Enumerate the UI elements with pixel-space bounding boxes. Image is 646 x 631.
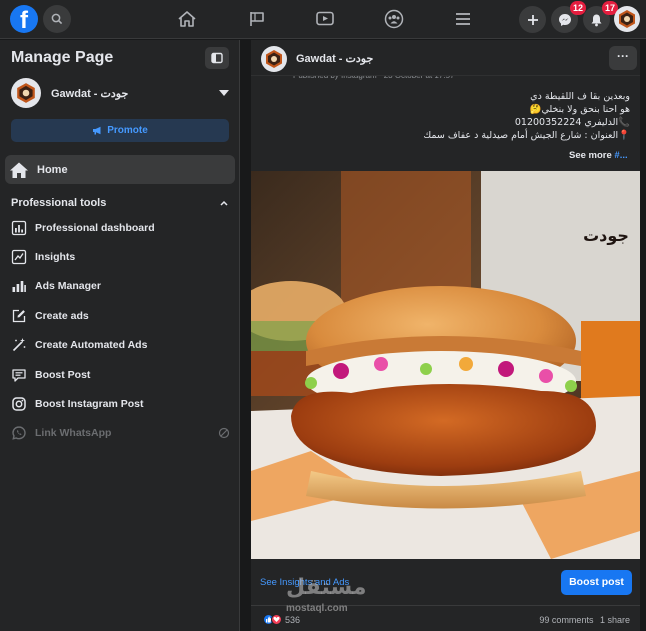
create-button[interactable] (519, 6, 546, 33)
see-more-link[interactable]: See more #... (569, 150, 628, 161)
sidebar-item-boost-instagram-post[interactable]: Boost Instagram Post (8, 389, 234, 418)
caption-line: وبعدين بقا ف اللقيطة دي (530, 91, 630, 102)
notifications-button[interactable]: 17 (583, 1, 618, 33)
post-page-name[interactable]: Gawdat - جودت (296, 52, 373, 65)
page-switcher[interactable]: Gawdat - جودت (11, 77, 229, 109)
gawdat-logo-icon (619, 10, 635, 28)
boost-post-icon (9, 365, 29, 385)
promote-button[interactable]: Promote (11, 119, 229, 142)
edit-icon (9, 306, 29, 326)
home-filled-icon (10, 162, 28, 178)
reactions-summary[interactable]: 536 (263, 614, 300, 625)
page-avatar (11, 78, 41, 108)
home-nav-tab[interactable] (174, 6, 200, 32)
sidebar-item-label: Link WhatsApp (35, 427, 112, 440)
sidebar-item-ads-manager[interactable]: Ads Manager (8, 272, 234, 301)
disabled-icon (218, 428, 230, 439)
sidebar-item-label: Boost Instagram Post (35, 398, 144, 411)
section-title: Professional tools (11, 197, 107, 209)
gawdat-logo-icon (266, 50, 282, 68)
photo-logo-text: جودت (583, 226, 629, 245)
insights-and-ads-link[interactable]: See Insights and Ads (260, 577, 349, 588)
more-dots-icon: ··· (617, 49, 629, 63)
post-photo[interactable]: جودت (251, 171, 640, 559)
hashtag-link[interactable]: #... (614, 150, 627, 161)
messenger-button[interactable]: 12 (551, 1, 586, 33)
sidebar-item-professional-dashboard[interactable]: Professional dashboard (8, 213, 234, 242)
gawdat-logo-icon (17, 83, 35, 103)
whatsapp-icon (9, 423, 29, 443)
insights-icon (9, 247, 29, 267)
boost-post-button[interactable]: Boost post (561, 570, 632, 595)
sidebar-item-insights[interactable]: Insights (8, 242, 234, 271)
promote-label: Promote (107, 125, 148, 136)
megaphone-icon (93, 126, 101, 135)
manage-page-sidebar: Manage Page Gawdat - جودت Promote Home P… (0, 40, 240, 631)
comments-shares: 99 comments 1 share (539, 615, 630, 625)
search-icon (51, 13, 63, 25)
video-icon (316, 11, 334, 26)
sidebar-item-boost-post[interactable]: Boost Post (8, 360, 234, 389)
page-name: Gawdat - جودت (51, 87, 129, 100)
sidebar-item-home[interactable]: Home (5, 155, 235, 184)
facebook-logo[interactable]: f (10, 5, 38, 33)
sidebar-item-create-ads[interactable]: Create ads (8, 301, 234, 330)
post-header: Gawdat - جودت ··· (251, 40, 640, 76)
reactions-count: 536 (285, 614, 301, 625)
post-card: Gawdat - جودت ··· Published by Instagram… (251, 40, 640, 631)
account-avatar[interactable] (614, 6, 640, 32)
sidebar-item-label: Professional dashboard (35, 221, 155, 234)
see-more-label: See more (569, 150, 612, 161)
sidebar-item-label: Ads Manager (35, 280, 101, 293)
menu-nav-tab[interactable] (450, 6, 476, 32)
search-button[interactable] (43, 5, 71, 33)
messenger-icon (558, 13, 571, 26)
groups-icon (384, 9, 404, 29)
sidebar-item-label: Create ads (35, 309, 89, 322)
flag-icon (250, 12, 264, 26)
ads-manager-icon (9, 276, 29, 296)
sidebar-item-label: Boost Post (35, 368, 91, 381)
caption-line: هو احنا بنحق ولا بنخلي🤔 (529, 104, 630, 115)
sidebar-item-label: Insights (35, 251, 76, 264)
caption-line: 📍العنوان : شارع الجيش أمام صيدلية د عفاف… (423, 130, 630, 141)
comments-count[interactable]: 99 comments (539, 615, 593, 625)
sidebar-title: Manage Page (11, 49, 114, 66)
hamburger-menu-icon (456, 13, 470, 25)
instagram-icon (9, 394, 29, 414)
magic-wand-icon (9, 335, 29, 355)
shares-count[interactable]: 1 share (600, 615, 630, 625)
sidebar-toggle-icon (211, 52, 223, 64)
chevron-up-icon (220, 200, 228, 206)
sidebar-item-create-automated-ads[interactable]: Create Automated Ads (8, 331, 234, 360)
collapse-sidebar-button[interactable] (205, 47, 229, 69)
home-icon (178, 11, 196, 27)
love-reaction-icon (271, 614, 282, 625)
professional-tools-list: Professional dashboard Insights Ads Mana… (8, 213, 234, 448)
groups-nav-tab[interactable] (381, 6, 407, 32)
post-stats: 536 99 comments 1 share (251, 605, 640, 631)
sidebar-item-link-whatsapp[interactable]: Link WhatsApp (8, 419, 234, 448)
caret-down-icon (219, 90, 229, 96)
bell-icon (591, 14, 602, 26)
sidebar-item-label: Create Automated Ads (35, 339, 148, 352)
burger-photo-image: جودت (251, 171, 640, 559)
top-navigation-bar: f 12 17 (0, 0, 646, 39)
dashboard-icon (9, 218, 29, 238)
pages-nav-tab[interactable] (244, 6, 270, 32)
post-options-button[interactable]: ··· (609, 46, 637, 70)
professional-tools-header[interactable]: Professional tools (11, 195, 229, 211)
post-page-avatar[interactable] (261, 46, 287, 72)
watch-nav-tab[interactable] (312, 6, 338, 32)
post-caption: وبعدين بقا ف اللقيطة دي هو احنا بنحق ولا… (270, 90, 630, 142)
plus-icon (527, 14, 538, 25)
sidebar-item-label: Home (37, 163, 68, 176)
caption-line: 📞الدليفري 01200352224 (514, 117, 630, 128)
